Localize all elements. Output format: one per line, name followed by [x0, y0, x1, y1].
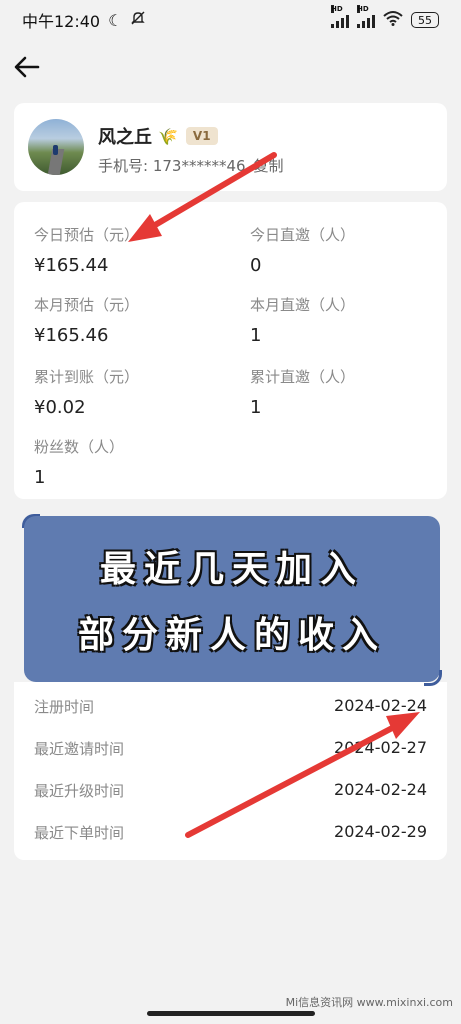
date-label: 最近下单时间	[34, 824, 125, 842]
wheat-icon: 🌾	[158, 126, 178, 146]
stat-label: 今日直邀（人）	[250, 226, 356, 244]
stat-value: 1	[34, 467, 46, 488]
date-row-invite: 最近邀请时间 2024-02-27	[34, 738, 427, 759]
stat-value: 1	[250, 397, 262, 418]
stat-value: ¥0.02	[34, 397, 86, 418]
back-button[interactable]	[12, 52, 42, 82]
battery-icon: 55	[411, 12, 439, 28]
banner-line-2: 部分新人的收入	[77, 615, 386, 656]
stat-value: 0	[250, 255, 262, 276]
phone-number: 手机号: 173******46	[98, 157, 246, 175]
stat-today-estimate: 今日预估（元） ¥165.44	[34, 224, 139, 276]
stat-label: 今日预估（元）	[34, 226, 140, 244]
arrow-left-icon	[14, 56, 40, 78]
dates-card: 注册时间 2024-02-24 最近邀请时间 2024-02-27 最近升级时间…	[14, 682, 447, 860]
watermark: Mi信息资讯网 www.mixinxi.com	[285, 996, 453, 1009]
signal-icon: HD	[331, 5, 349, 28]
stat-label: 粉丝数（人）	[34, 438, 125, 456]
date-value: 2024-02-24	[334, 780, 427, 799]
date-label: 注册时间	[34, 698, 95, 716]
stat-today-invite: 今日直邀（人） 0	[250, 224, 355, 276]
overlay-banner: 最近几天加入 部分新人的收入	[24, 516, 440, 682]
stat-value: ¥165.44	[34, 255, 109, 276]
status-time: 中午12:40	[22, 12, 101, 31]
date-value: 2024-02-27	[334, 738, 427, 757]
stat-label: 累计直邀（人）	[250, 368, 356, 386]
stat-label: 本月预估（元）	[34, 296, 140, 314]
mute-icon	[130, 10, 146, 30]
wifi-icon	[383, 10, 403, 30]
signal-icon: HD	[357, 5, 375, 28]
stat-total-invite: 累计直邀（人） 1	[250, 366, 355, 418]
date-label: 最近邀请时间	[34, 740, 125, 758]
moon-icon: ☾	[108, 10, 123, 30]
stat-fans: 粉丝数（人） 1	[34, 436, 124, 488]
date-row-register: 注册时间 2024-02-24	[34, 696, 427, 717]
profile-card: 风之丘 🌾 V1 手机号: 173******46 复制	[14, 103, 447, 191]
date-value: 2024-02-24	[334, 696, 427, 715]
home-indicator[interactable]	[147, 1011, 315, 1016]
stat-total-arrived: 累计到账（元） ¥0.02	[34, 366, 139, 418]
level-badge: V1	[185, 127, 218, 145]
stat-value: 1	[250, 325, 262, 346]
stat-label: 本月直邀（人）	[250, 296, 356, 314]
banner-line-1: 最近几天加入	[99, 549, 364, 590]
status-bar: 中午12:40 ☾ HD HD 55	[0, 0, 461, 40]
avatar	[28, 119, 84, 175]
date-value: 2024-02-29	[334, 822, 427, 841]
stat-label: 累计到账（元）	[34, 368, 140, 386]
stat-month-invite: 本月直邀（人） 1	[250, 294, 355, 346]
date-label: 最近升级时间	[34, 782, 125, 800]
copy-button[interactable]: 复制	[254, 155, 284, 176]
nickname: 风之丘	[98, 127, 152, 148]
date-row-order: 最近下单时间 2024-02-29	[34, 822, 427, 843]
stat-month-estimate: 本月预估（元） ¥165.46	[34, 294, 139, 346]
stat-value: ¥165.46	[34, 325, 109, 346]
stats-card: 今日预估（元） ¥165.44 今日直邀（人） 0 本月预估（元） ¥165.4…	[14, 202, 447, 499]
date-row-upgrade: 最近升级时间 2024-02-24	[34, 780, 427, 801]
